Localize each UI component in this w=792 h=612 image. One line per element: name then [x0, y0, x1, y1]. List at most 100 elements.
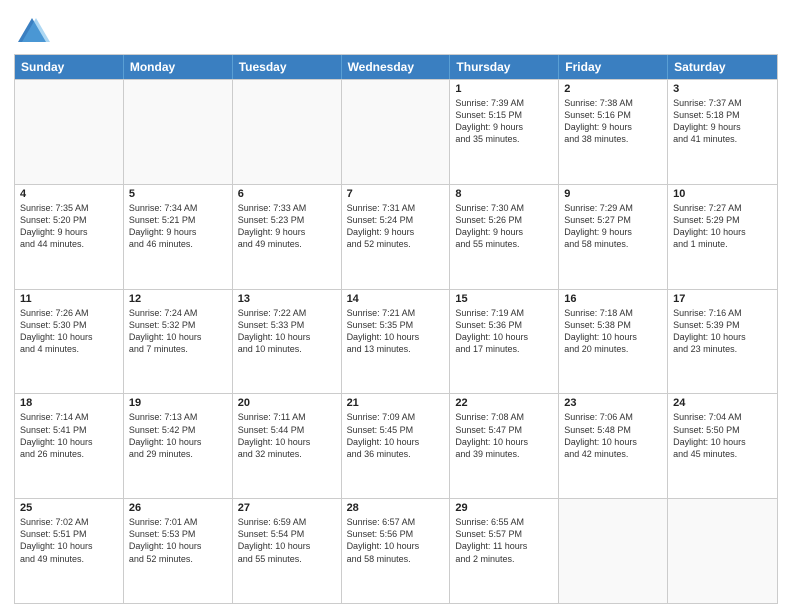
cal-header-monday: Monday [124, 55, 233, 79]
cal-cell-day-2: 2 Sunrise: 7:38 AM Sunset: 5:16 PM Daylig… [559, 80, 668, 184]
day-number: 24 [673, 397, 772, 409]
day-number: 7 [347, 188, 445, 200]
cal-row-1: 4 Sunrise: 7:35 AM Sunset: 5:20 PM Daylig… [15, 184, 777, 289]
day-number: 15 [455, 293, 553, 305]
day-number: 4 [20, 188, 118, 200]
cal-cell-empty [668, 499, 777, 603]
cal-cell-day-25: 25 Sunrise: 7:02 AM Sunset: 5:51 PM Dayli… [15, 499, 124, 603]
day-info: Sunrise: 7:22 AM Sunset: 5:33 PM Dayligh… [238, 307, 336, 356]
cal-cell-day-4: 4 Sunrise: 7:35 AM Sunset: 5:20 PM Daylig… [15, 185, 124, 289]
cal-cell-day-1: 1 Sunrise: 7:39 AM Sunset: 5:15 PM Daylig… [450, 80, 559, 184]
day-number: 8 [455, 188, 553, 200]
day-number: 6 [238, 188, 336, 200]
day-info: Sunrise: 7:33 AM Sunset: 5:23 PM Dayligh… [238, 202, 336, 251]
cal-header-thursday: Thursday [450, 55, 559, 79]
day-info: Sunrise: 7:19 AM Sunset: 5:36 PM Dayligh… [455, 307, 553, 356]
day-info: Sunrise: 7:35 AM Sunset: 5:20 PM Dayligh… [20, 202, 118, 251]
day-info: Sunrise: 6:57 AM Sunset: 5:56 PM Dayligh… [347, 516, 445, 565]
cal-header-wednesday: Wednesday [342, 55, 451, 79]
cal-cell-day-17: 17 Sunrise: 7:16 AM Sunset: 5:39 PM Dayli… [668, 290, 777, 394]
day-info: Sunrise: 7:38 AM Sunset: 5:16 PM Dayligh… [564, 97, 662, 146]
day-info: Sunrise: 7:04 AM Sunset: 5:50 PM Dayligh… [673, 411, 772, 460]
day-number: 10 [673, 188, 772, 200]
day-number: 18 [20, 397, 118, 409]
day-info: Sunrise: 7:08 AM Sunset: 5:47 PM Dayligh… [455, 411, 553, 460]
day-info: Sunrise: 7:18 AM Sunset: 5:38 PM Dayligh… [564, 307, 662, 356]
day-info: Sunrise: 7:02 AM Sunset: 5:51 PM Dayligh… [20, 516, 118, 565]
cal-cell-day-20: 20 Sunrise: 7:11 AM Sunset: 5:44 PM Dayli… [233, 394, 342, 498]
day-number: 16 [564, 293, 662, 305]
cal-cell-day-3: 3 Sunrise: 7:37 AM Sunset: 5:18 PM Daylig… [668, 80, 777, 184]
day-number: 22 [455, 397, 553, 409]
calendar: SundayMondayTuesdayWednesdayThursdayFrid… [14, 54, 778, 604]
cal-cell-day-21: 21 Sunrise: 7:09 AM Sunset: 5:45 PM Dayli… [342, 394, 451, 498]
day-info: Sunrise: 7:11 AM Sunset: 5:44 PM Dayligh… [238, 411, 336, 460]
day-number: 25 [20, 502, 118, 514]
cal-cell-day-24: 24 Sunrise: 7:04 AM Sunset: 5:50 PM Dayli… [668, 394, 777, 498]
day-number: 1 [455, 83, 553, 95]
logo [14, 14, 54, 50]
day-info: Sunrise: 7:26 AM Sunset: 5:30 PM Dayligh… [20, 307, 118, 356]
day-info: Sunrise: 7:21 AM Sunset: 5:35 PM Dayligh… [347, 307, 445, 356]
day-info: Sunrise: 7:31 AM Sunset: 5:24 PM Dayligh… [347, 202, 445, 251]
cal-cell-day-5: 5Sunrise: 7:34 AM Sunset: 5:21 PM Daylig… [124, 185, 233, 289]
cal-cell-day-10: 10 Sunrise: 7:27 AM Sunset: 5:29 PM Dayli… [668, 185, 777, 289]
cal-cell-empty [233, 80, 342, 184]
cal-header-saturday: Saturday [668, 55, 777, 79]
day-number: 28 [347, 502, 445, 514]
cal-cell-day-26: 26 Sunrise: 7:01 AM Sunset: 5:53 PM Dayli… [124, 499, 233, 603]
day-info: Sunrise: 7:01 AM Sunset: 5:53 PM Dayligh… [129, 516, 227, 565]
cal-cell-day-29: 29 Sunrise: 6:55 AM Sunset: 5:57 PM Dayli… [450, 499, 559, 603]
cal-cell-day-12: 12Sunrise: 7:24 AM Sunset: 5:32 PM Dayli… [124, 290, 233, 394]
day-number: 13 [238, 293, 336, 305]
day-info: Sunrise: 7:27 AM Sunset: 5:29 PM Dayligh… [673, 202, 772, 251]
day-info: Sunrise: 7:30 AM Sunset: 5:26 PM Dayligh… [455, 202, 553, 251]
day-info: Sunrise: 7:37 AM Sunset: 5:18 PM Dayligh… [673, 97, 772, 146]
cal-cell-day-15: 15 Sunrise: 7:19 AM Sunset: 5:36 PM Dayli… [450, 290, 559, 394]
cal-cell-day-7: 7 Sunrise: 7:31 AM Sunset: 5:24 PM Daylig… [342, 185, 451, 289]
day-info: Sunrise: 7:24 AM Sunset: 5:32 PM Dayligh… [129, 307, 227, 356]
day-number: 26 [129, 502, 227, 514]
cal-cell-day-28: 28 Sunrise: 6:57 AM Sunset: 5:56 PM Dayli… [342, 499, 451, 603]
cal-cell-empty [124, 80, 233, 184]
day-number: 27 [238, 502, 336, 514]
day-number: 5 [129, 188, 227, 200]
day-info: Sunrise: 6:59 AM Sunset: 5:54 PM Dayligh… [238, 516, 336, 565]
day-number: 29 [455, 502, 553, 514]
cal-cell-empty [342, 80, 451, 184]
cal-cell-day-6: 6 Sunrise: 7:33 AM Sunset: 5:23 PM Daylig… [233, 185, 342, 289]
cal-row-2: 11 Sunrise: 7:26 AM Sunset: 5:30 PM Dayli… [15, 289, 777, 394]
cal-cell-day-9: 9Sunrise: 7:29 AM Sunset: 5:27 PM Daylig… [559, 185, 668, 289]
cal-row-4: 25 Sunrise: 7:02 AM Sunset: 5:51 PM Dayli… [15, 498, 777, 603]
cal-cell-day-18: 18 Sunrise: 7:14 AM Sunset: 5:41 PM Dayli… [15, 394, 124, 498]
logo-icon [14, 14, 50, 50]
day-info: Sunrise: 7:13 AM Sunset: 5:42 PM Dayligh… [129, 411, 227, 460]
day-info: Sunrise: 7:16 AM Sunset: 5:39 PM Dayligh… [673, 307, 772, 356]
day-number: 17 [673, 293, 772, 305]
cal-row-0: 1 Sunrise: 7:39 AM Sunset: 5:15 PM Daylig… [15, 79, 777, 184]
cal-cell-day-13: 13 Sunrise: 7:22 AM Sunset: 5:33 PM Dayli… [233, 290, 342, 394]
day-number: 2 [564, 83, 662, 95]
cal-cell-empty [559, 499, 668, 603]
cal-cell-day-14: 14Sunrise: 7:21 AM Sunset: 5:35 PM Dayli… [342, 290, 451, 394]
day-number: 23 [564, 397, 662, 409]
cal-row-3: 18 Sunrise: 7:14 AM Sunset: 5:41 PM Dayli… [15, 393, 777, 498]
day-number: 3 [673, 83, 772, 95]
cal-cell-day-27: 27 Sunrise: 6:59 AM Sunset: 5:54 PM Dayli… [233, 499, 342, 603]
day-info: Sunrise: 7:06 AM Sunset: 5:48 PM Dayligh… [564, 411, 662, 460]
cal-cell-day-19: 19 Sunrise: 7:13 AM Sunset: 5:42 PM Dayli… [124, 394, 233, 498]
day-info: Sunrise: 7:09 AM Sunset: 5:45 PM Dayligh… [347, 411, 445, 460]
cal-cell-day-16: 16 Sunrise: 7:18 AM Sunset: 5:38 PM Dayli… [559, 290, 668, 394]
day-number: 21 [347, 397, 445, 409]
day-number: 19 [129, 397, 227, 409]
day-number: 9 [564, 188, 662, 200]
day-number: 11 [20, 293, 118, 305]
cal-header-friday: Friday [559, 55, 668, 79]
header [14, 10, 778, 50]
day-info: Sunrise: 6:55 AM Sunset: 5:57 PM Dayligh… [455, 516, 553, 565]
cal-cell-day-8: 8 Sunrise: 7:30 AM Sunset: 5:26 PM Daylig… [450, 185, 559, 289]
day-info: Sunrise: 7:39 AM Sunset: 5:15 PM Dayligh… [455, 97, 553, 146]
cal-cell-empty [15, 80, 124, 184]
day-number: 20 [238, 397, 336, 409]
day-info: Sunrise: 7:14 AM Sunset: 5:41 PM Dayligh… [20, 411, 118, 460]
